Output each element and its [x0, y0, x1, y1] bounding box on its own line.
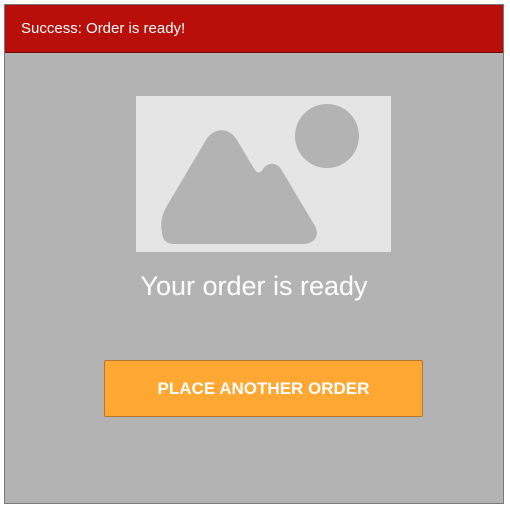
order-status-panel: Success: Order is ready! Your order is r…	[4, 4, 504, 504]
order-ready-message: Your order is ready	[140, 271, 368, 301]
success-banner: Success: Order is ready!	[5, 5, 503, 53]
image-placeholder	[136, 96, 391, 252]
success-banner-text: Success: Order is ready!	[21, 20, 186, 37]
image-placeholder-icon	[161, 104, 359, 244]
place-another-order-button[interactable]: PLACE ANOTHER ORDER	[104, 360, 423, 417]
